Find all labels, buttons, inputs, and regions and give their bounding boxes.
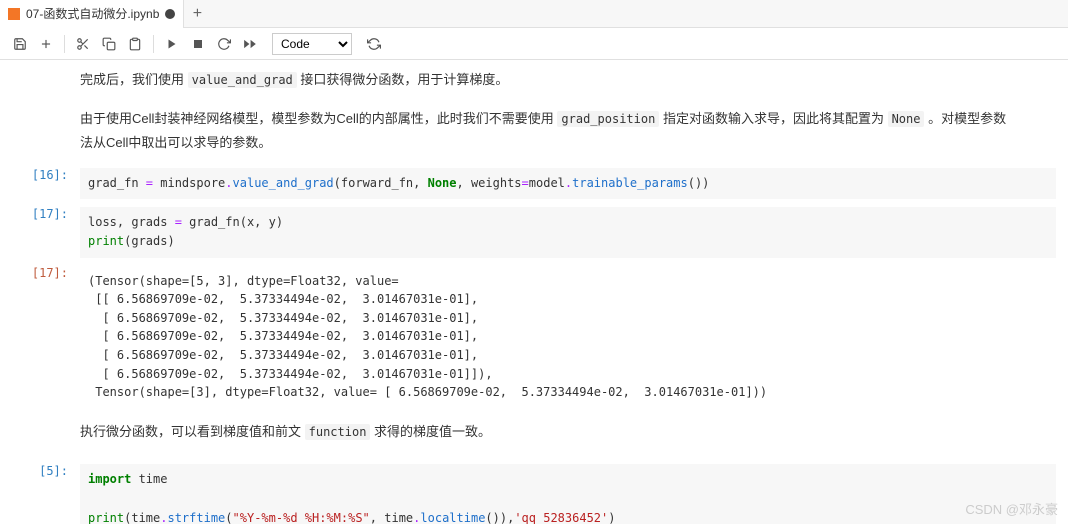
code-cell[interactable]: [5]: import time print(time.strftime("%Y… — [0, 460, 1068, 524]
cut-button[interactable] — [71, 32, 95, 56]
unsaved-indicator-icon — [165, 9, 175, 19]
refresh-icon — [367, 37, 381, 51]
run-button[interactable] — [160, 32, 184, 56]
notebook-area[interactable]: 完成后，我们使用 value_and_grad 接口获得微分函数，用于计算梯度。… — [0, 60, 1068, 524]
input-prompt: [5]: — [0, 464, 80, 524]
restart-icon — [217, 37, 231, 51]
notebook-tab[interactable]: 07-函数式自动微分.ipynb — [0, 0, 184, 28]
code-cell[interactable]: [16]: grad_fn = mindspore.value_and_grad… — [0, 164, 1068, 203]
code-input[interactable]: grad_fn = mindspore.value_and_grad(forwa… — [80, 168, 1056, 199]
paste-button[interactable] — [123, 32, 147, 56]
input-prompt: [16]: — [0, 168, 80, 199]
input-prompt: [17]: — [0, 207, 80, 257]
markdown-cell[interactable]: 完成后，我们使用 value_and_grad 接口获得微分函数，用于计算梯度。… — [0, 60, 1068, 164]
cell-output: (Tensor(shape=[5, 3], dtype=Float32, val… — [80, 266, 1056, 408]
jupyter-icon — [8, 8, 20, 20]
save-icon — [13, 37, 27, 51]
markdown-cell[interactable]: 执行微分函数，可以看到梯度值和前文 function 求得的梯度值一致。 — [0, 412, 1068, 453]
fast-forward-button[interactable] — [238, 32, 262, 56]
paste-icon — [128, 37, 142, 51]
tab-bar: 07-函数式自动微分.ipynb + — [0, 0, 1068, 28]
save-button[interactable] — [8, 32, 32, 56]
code-input[interactable]: import time print(time.strftime("%Y-%m-%… — [80, 464, 1056, 524]
tab-title: 07-函数式自动微分.ipynb — [26, 5, 159, 22]
toolbar: Code — [0, 28, 1068, 60]
output-prompt: [17]: — [0, 266, 80, 408]
plus-icon — [39, 37, 53, 51]
refresh-button[interactable] — [362, 32, 386, 56]
restart-button[interactable] — [212, 32, 236, 56]
copy-button[interactable] — [97, 32, 121, 56]
markdown-content: 执行微分函数，可以看到梯度值和前文 function 求得的梯度值一致。 — [80, 416, 1068, 449]
code-input[interactable]: loss, grads = grad_fn(x, y) print(grads) — [80, 207, 1056, 257]
stop-button[interactable] — [186, 32, 210, 56]
fast-forward-icon — [243, 37, 257, 51]
markdown-content: 完成后，我们使用 value_and_grad 接口获得微分函数，用于计算梯度。… — [80, 64, 1068, 160]
cut-icon — [76, 37, 90, 51]
insert-cell-button[interactable] — [34, 32, 58, 56]
copy-icon — [102, 37, 116, 51]
play-icon — [166, 38, 178, 50]
cell-type-select[interactable]: Code — [272, 33, 352, 55]
output-cell: [17]: (Tensor(shape=[5, 3], dtype=Float3… — [0, 262, 1068, 412]
stop-icon — [192, 38, 204, 50]
code-cell[interactable]: [17]: loss, grads = grad_fn(x, y) print(… — [0, 203, 1068, 261]
add-tab-button[interactable]: + — [184, 5, 210, 23]
